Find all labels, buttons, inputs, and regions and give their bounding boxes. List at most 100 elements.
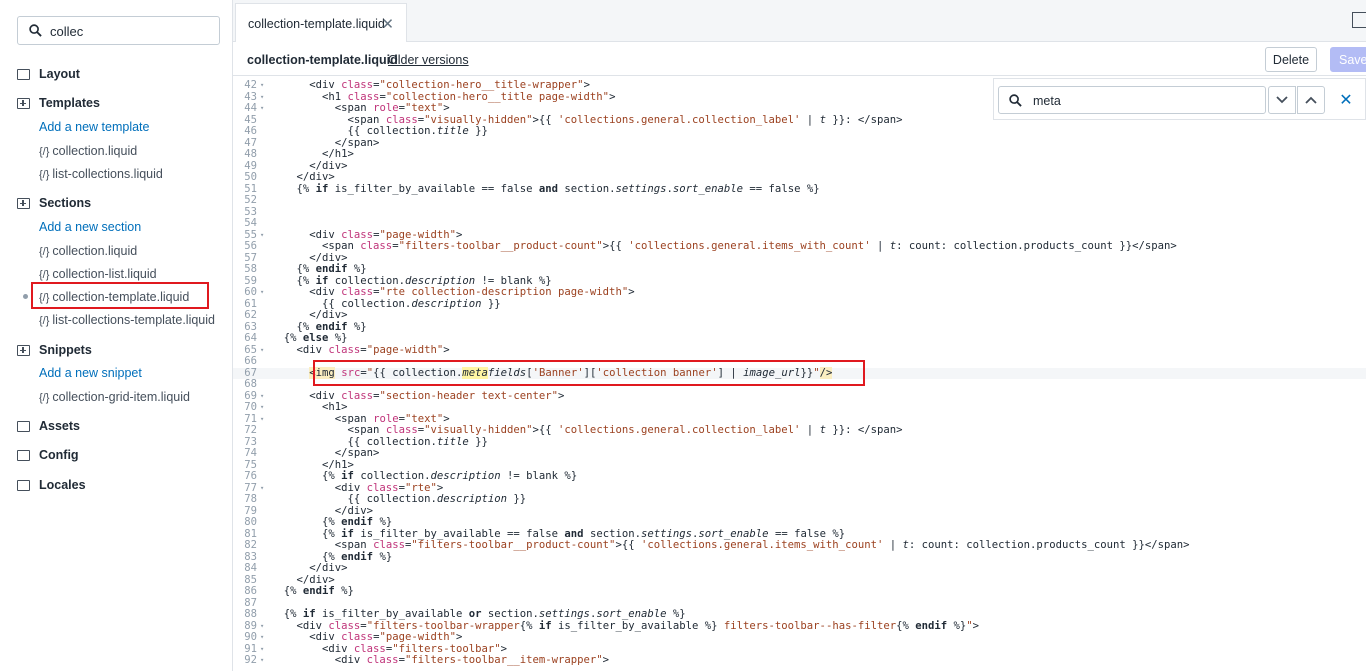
- line-number: 52: [244, 194, 257, 206]
- folder-open-icon: [17, 344, 30, 356]
- save-button[interactable]: Save: [1330, 47, 1366, 72]
- folder-assets-label: Assets: [39, 419, 80, 433]
- file-item-snippets-collection-grid-item[interactable]: {/} collection-grid-item.liquid: [39, 390, 190, 404]
- file-item-templates-list-collections[interactable]: {/} list-collections.liquid: [39, 167, 163, 181]
- find-previous-button[interactable]: [1297, 86, 1325, 114]
- tab-collection-template[interactable]: collection-template.liquid ✕: [235, 3, 407, 43]
- code-line[interactable]: 92 ▾ <div class="filters-toolbar__item-wr…: [233, 654, 1366, 667]
- file-label: list-collections.liquid: [52, 167, 163, 181]
- folder-assets[interactable]: Assets: [17, 419, 80, 433]
- code-line[interactable]: 63 {% endif %}: [233, 321, 1366, 334]
- folder-icon: [17, 479, 30, 491]
- code-text: <span role="text">: [271, 102, 450, 114]
- liquid-file-icon: {/}: [39, 169, 50, 181]
- folder-snippets[interactable]: Snippets: [17, 343, 92, 357]
- code-line[interactable]: 50 </div>: [233, 171, 1366, 184]
- file-item-sections-collection[interactable]: {/} collection.liquid: [39, 244, 137, 258]
- close-tab-icon[interactable]: ✕: [381, 15, 394, 33]
- fold-toggle-icon[interactable]: ▾: [260, 391, 264, 403]
- code-line[interactable]: 51 {% if is_filter_by_available == false…: [233, 183, 1366, 196]
- code-line[interactable]: 49 </div>: [233, 160, 1366, 173]
- code-line[interactable]: 53: [233, 206, 1366, 219]
- line-number: 86: [244, 585, 257, 597]
- code-line[interactable]: 84 </div>: [233, 562, 1366, 575]
- folder-sections[interactable]: Sections: [17, 196, 91, 210]
- code-line[interactable]: 58 {% endif %}: [233, 263, 1366, 276]
- file-item-templates-collection[interactable]: {/} collection.liquid: [39, 144, 137, 158]
- code-text: {{ collection.description }}: [271, 493, 527, 505]
- fold-toggle-icon[interactable]: ▾: [260, 103, 264, 115]
- code-line[interactable]: 70 ▾ <h1>: [233, 401, 1366, 414]
- fold-toggle-icon[interactable]: ▾: [260, 414, 264, 426]
- code-line[interactable]: 56 <span class="filters-toolbar__product…: [233, 240, 1366, 253]
- fold-toggle-icon[interactable]: ▾: [260, 92, 264, 104]
- close-find-icon[interactable]: ✕: [1332, 86, 1360, 114]
- line-number: 46: [244, 125, 257, 137]
- code-line[interactable]: 79 </div>: [233, 505, 1366, 518]
- code-text: {% endif %}: [271, 585, 354, 597]
- file-label: collection-grid-item.liquid: [52, 390, 190, 404]
- code-line[interactable]: 85 </div>: [233, 574, 1366, 587]
- find-next-button[interactable]: [1268, 86, 1296, 114]
- code-line[interactable]: 69 ▾ <div class="section-header text-cent…: [233, 390, 1366, 403]
- code-line[interactable]: 65 ▾ <div class="page-width">: [233, 344, 1366, 357]
- fold-toggle-icon[interactable]: ▾: [260, 655, 264, 667]
- file-label: list-collections-template.liquid: [52, 313, 215, 327]
- folder-layout[interactable]: Layout: [17, 67, 80, 81]
- file-item-sections-collection-list[interactable]: {/} collection-list.liquid: [39, 267, 157, 281]
- expand-icon[interactable]: [1352, 12, 1366, 28]
- code-line[interactable]: 48 </h1>: [233, 148, 1366, 161]
- code-line[interactable]: 57 </div>: [233, 252, 1366, 265]
- code-text: </h1>: [271, 148, 354, 160]
- fold-toggle-icon[interactable]: ▾: [260, 345, 264, 357]
- add-snippet-link[interactable]: Add a new snippet: [39, 366, 142, 380]
- code-line[interactable]: 52: [233, 194, 1366, 207]
- fold-toggle-icon[interactable]: ▾: [260, 644, 264, 656]
- folder-layout-label: Layout: [39, 67, 80, 81]
- line-number: 84: [244, 562, 257, 574]
- fold-toggle-icon[interactable]: ▾: [260, 632, 264, 644]
- delete-button[interactable]: Delete: [1265, 47, 1317, 72]
- code-text: </span>: [271, 447, 380, 459]
- file-item-sections-list-collections-template[interactable]: {/} list-collections-template.liquid: [39, 313, 215, 327]
- folder-templates[interactable]: Templates: [17, 96, 100, 110]
- folder-locales-label: Locales: [39, 478, 86, 492]
- line-number: 42: [244, 79, 257, 91]
- file-label: collection-list.liquid: [52, 267, 157, 281]
- fold-toggle-icon[interactable]: ▾: [260, 287, 264, 299]
- fold-toggle-icon[interactable]: ▾: [260, 483, 264, 495]
- line-number: 88: [244, 608, 257, 620]
- line-number: 58: [244, 263, 257, 275]
- find-value: meta: [1033, 94, 1061, 108]
- code-line[interactable]: 60 ▾ <div class="rte collection-descripti…: [233, 286, 1366, 299]
- code-line[interactable]: 73 {{ collection.title }}: [233, 436, 1366, 449]
- code-line[interactable]: 47 </span>: [233, 137, 1366, 150]
- code-line[interactable]: 86 {% endif %}: [233, 585, 1366, 598]
- code-line[interactable]: 46 {{ collection.title }}: [233, 125, 1366, 138]
- code-line[interactable]: 82 <span class="filters-toolbar__product…: [233, 539, 1366, 552]
- fold-toggle-icon[interactable]: ▾: [260, 621, 264, 633]
- fold-toggle-icon[interactable]: ▾: [260, 402, 264, 414]
- add-section-link[interactable]: Add a new section: [39, 220, 141, 234]
- folder-config[interactable]: Config: [17, 448, 79, 462]
- code-line[interactable]: 74 </span>: [233, 447, 1366, 460]
- code-line[interactable]: 72 <span class="visually-hidden">{{ 'col…: [233, 424, 1366, 437]
- folder-icon: [17, 449, 30, 461]
- code-line[interactable]: 78 {{ collection.description }}: [233, 493, 1366, 506]
- code-line[interactable]: 62 </div>: [233, 309, 1366, 322]
- fold-toggle-icon[interactable]: ▾: [260, 230, 264, 242]
- code-line[interactable]: 83 {% endif %}: [233, 551, 1366, 564]
- line-number: 82: [244, 539, 257, 551]
- add-template-link[interactable]: Add a new template: [39, 120, 150, 134]
- code-line[interactable]: 80 {% endif %}: [233, 516, 1366, 529]
- folder-templates-label: Templates: [39, 96, 100, 110]
- fold-toggle-icon[interactable]: ▾: [260, 80, 264, 92]
- active-file-indicator: [23, 294, 28, 299]
- find-input[interactable]: meta: [998, 86, 1266, 114]
- code-line[interactable]: 61 {{ collection.description }}: [233, 298, 1366, 311]
- file-search-input[interactable]: collec: [17, 16, 220, 45]
- folder-locales[interactable]: Locales: [17, 478, 86, 492]
- code-text: <div class="filters-toolbar__item-wrappe…: [271, 654, 610, 666]
- code-line[interactable]: 76 {% if collection.description != blank…: [233, 470, 1366, 483]
- older-versions-link[interactable]: Older versions: [388, 53, 469, 67]
